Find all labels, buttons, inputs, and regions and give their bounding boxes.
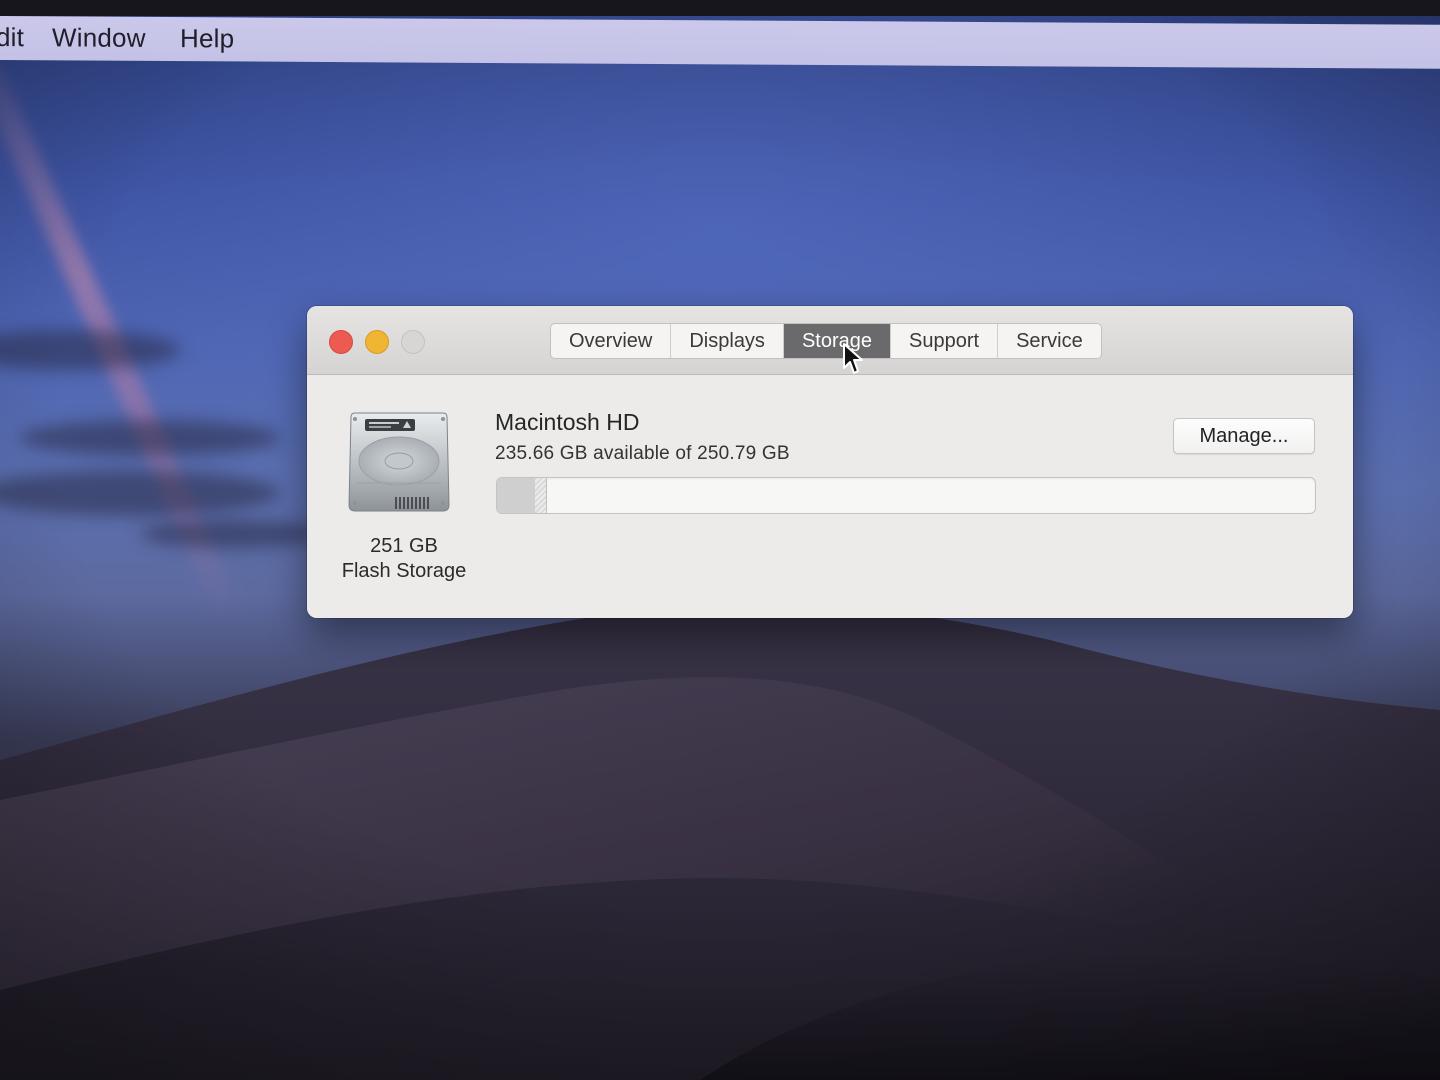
- storage-usage-bar: [496, 477, 1316, 514]
- usage-segment-other: [535, 478, 548, 513]
- about-this-mac-window: Overview Displays Storage Support Servic…: [307, 306, 1353, 618]
- tab-overview[interactable]: Overview: [551, 324, 672, 358]
- hard-drive-icon: [348, 412, 450, 512]
- volume-name: Macintosh HD: [495, 409, 640, 435]
- tab-support[interactable]: Support: [891, 324, 999, 358]
- zoom-button: [401, 330, 425, 354]
- tab-displays[interactable]: Displays: [671, 324, 784, 358]
- storage-panel: 251 GB Flash Storage Macintosh HD 235.66…: [307, 375, 1353, 618]
- window-titlebar[interactable]: Overview Displays Storage Support Servic…: [307, 306, 1353, 375]
- menu-bar: dit Window Help: [0, 16, 1440, 69]
- menu-edit[interactable]: dit: [0, 22, 24, 53]
- usage-segment-used: [497, 478, 536, 513]
- menu-window[interactable]: Window: [52, 22, 146, 54]
- close-button[interactable]: [329, 330, 353, 354]
- tab-service[interactable]: Service: [998, 324, 1101, 358]
- minimize-button[interactable]: [365, 330, 389, 354]
- screen-bezel: [0, 0, 1440, 16]
- manage-button[interactable]: Manage...: [1173, 418, 1315, 454]
- disk-capacity: 251 GB: [370, 535, 438, 557]
- mouse-cursor-icon: [843, 343, 863, 374]
- menu-help[interactable]: Help: [180, 23, 234, 54]
- tab-bar: Overview Displays Storage Support Servic…: [550, 323, 1102, 359]
- volume-availability: 235.66 GB available of 250.79 GB: [495, 443, 790, 464]
- tab-storage[interactable]: Storage: [783, 324, 891, 358]
- disk-type-label: Flash Storage: [341, 560, 467, 582]
